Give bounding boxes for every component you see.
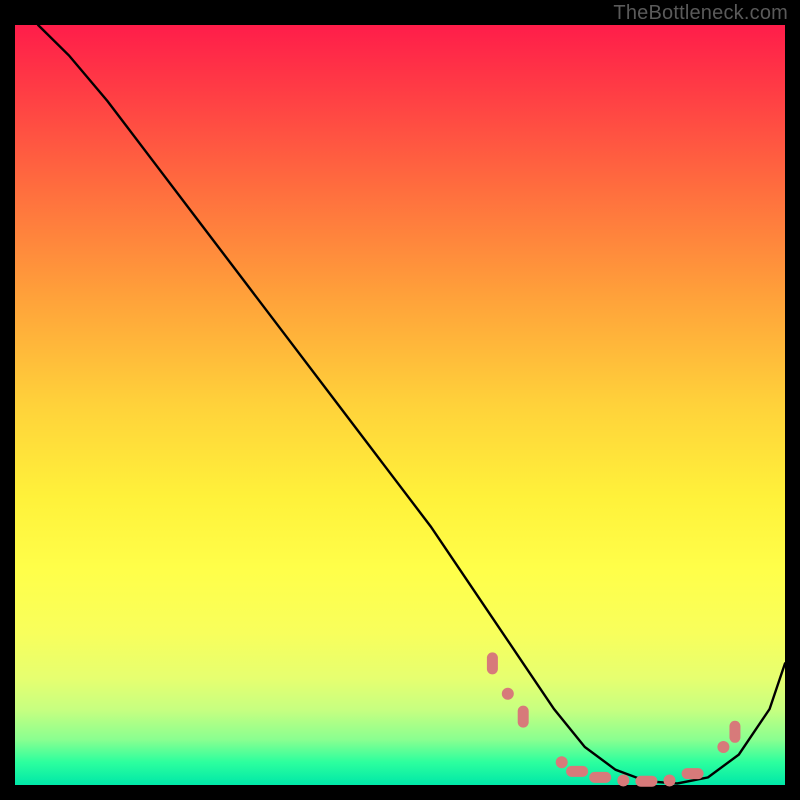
data-marker: [487, 652, 498, 674]
data-marker: [664, 774, 676, 786]
data-marker: [556, 756, 568, 768]
chart-frame: TheBottleneck.com: [0, 0, 800, 800]
data-marker: [729, 721, 740, 743]
data-marker: [502, 688, 514, 700]
data-marker: [518, 706, 529, 728]
plot-area: [15, 25, 785, 785]
data-marker: [717, 741, 729, 753]
data-marker: [682, 768, 704, 779]
chart-overlay: [15, 25, 785, 785]
data-marker: [589, 772, 611, 783]
data-marker: [635, 776, 657, 787]
curve-markers: [487, 652, 741, 786]
watermark-text: TheBottleneck.com: [613, 2, 788, 25]
data-marker: [617, 774, 629, 786]
data-marker: [566, 766, 588, 777]
curve-line: [38, 25, 785, 783]
